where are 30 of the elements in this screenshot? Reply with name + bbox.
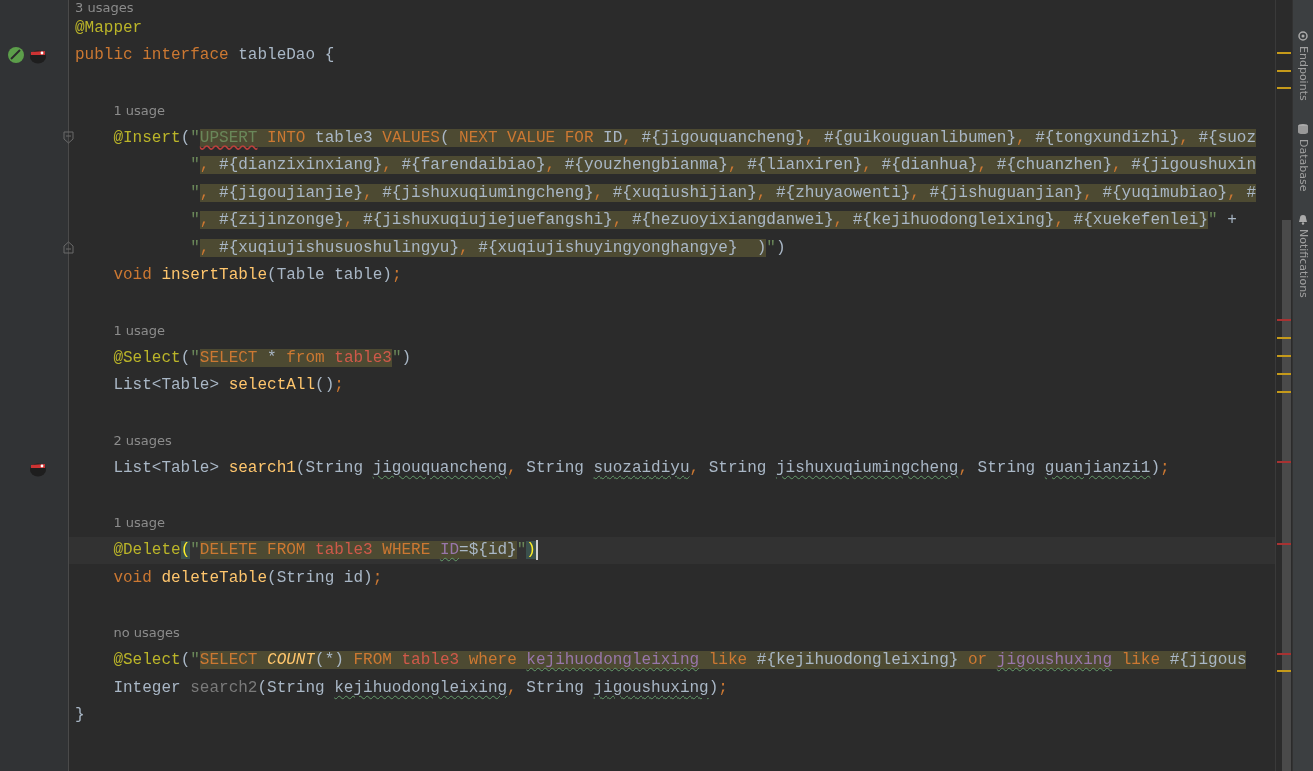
- code-line: public interface tableDao {: [75, 45, 335, 67]
- usage-hint[interactable]: 1 usage: [113, 515, 166, 531]
- code-line: }: [75, 705, 85, 727]
- code-line: @Mapper: [75, 17, 143, 39]
- tool-window-label[interactable]: Endpoints: [1296, 46, 1310, 101]
- bell-icon[interactable]: [1297, 213, 1309, 226]
- code-line: void deleteTable(String id);: [113, 567, 383, 589]
- fold-marker-icon[interactable]: [63, 131, 74, 144]
- tool-window-label[interactable]: Notifications: [1296, 229, 1310, 299]
- code-line: @Select("SELECT COUNT(*) FROM table3 where kejihuodongleixing like #{kejihuodongleixing} or jigoushuxing like #{jigous: [113, 650, 1247, 672]
- fold-marker-icon[interactable]: [63, 241, 74, 254]
- code-line: void insertTable(Table table);: [113, 265, 402, 287]
- usage-hint[interactable]: 2 usages: [113, 432, 172, 448]
- code-line: ", #{jigoujianjie}, #{jishuxuqiumingcheng}, #{xuqiushijian}, #{zhuyaowenti}, #{jishuguanjian}, #{yuqimubiao}, #: [190, 182, 1257, 204]
- usage-hint[interactable]: no usages: [113, 625, 180, 641]
- code-line: Integer search2(String kejihuodongleixing, String jigoushuxing);: [113, 677, 728, 699]
- code-line: @Insert("UPSERT INTO table3 VALUES( NEXT VALUE FOR ID, #{jigouquancheng}, #{guikouguanlibumen}, #{tongxundizhi}, #{suoz: [113, 127, 1257, 149]
- code-line: @Delete("DELETE FROM table3 WHERE ID=${id}"): [113, 540, 536, 562]
- target-icon[interactable]: [1297, 30, 1309, 42]
- tool-window-label[interactable]: Database: [1296, 138, 1310, 192]
- code-line: @Select("SELECT * from table3"): [113, 347, 412, 369]
- code-line: ", #{dianzixinxiang}, #{farendaibiao}, #{youzhengbianma}, #{lianxiren}, #{dianhua}, #{chuanzhen}, #{jigoushuxin: [190, 155, 1257, 177]
- database-icon[interactable]: [1297, 122, 1309, 135]
- code-line: ", #{xuqiujishusuoshulingyu}, #{xuqiujishuyingyonghangye} )"): [190, 237, 786, 259]
- usage-hint[interactable]: 1 usage: [113, 322, 166, 338]
- usage-hint[interactable]: 1 usage: [113, 102, 166, 118]
- code-line: List<Table> search1(String jigouquancheng, String suozaidiyu, String jishuxuqiumingcheng, String guanjianzi1);: [113, 457, 1170, 479]
- code-line: ", #{zijinzonge}, #{jishuxuqiujiejuefangshi}, #{hezuoyixiangdanwei}, #{kejihuodongleixing}, #{xuekefenlei}" +: [190, 210, 1237, 232]
- code-line: List<Table> selectAll();: [113, 375, 344, 397]
- usage-hint[interactable]: 3 usages: [75, 0, 134, 15]
